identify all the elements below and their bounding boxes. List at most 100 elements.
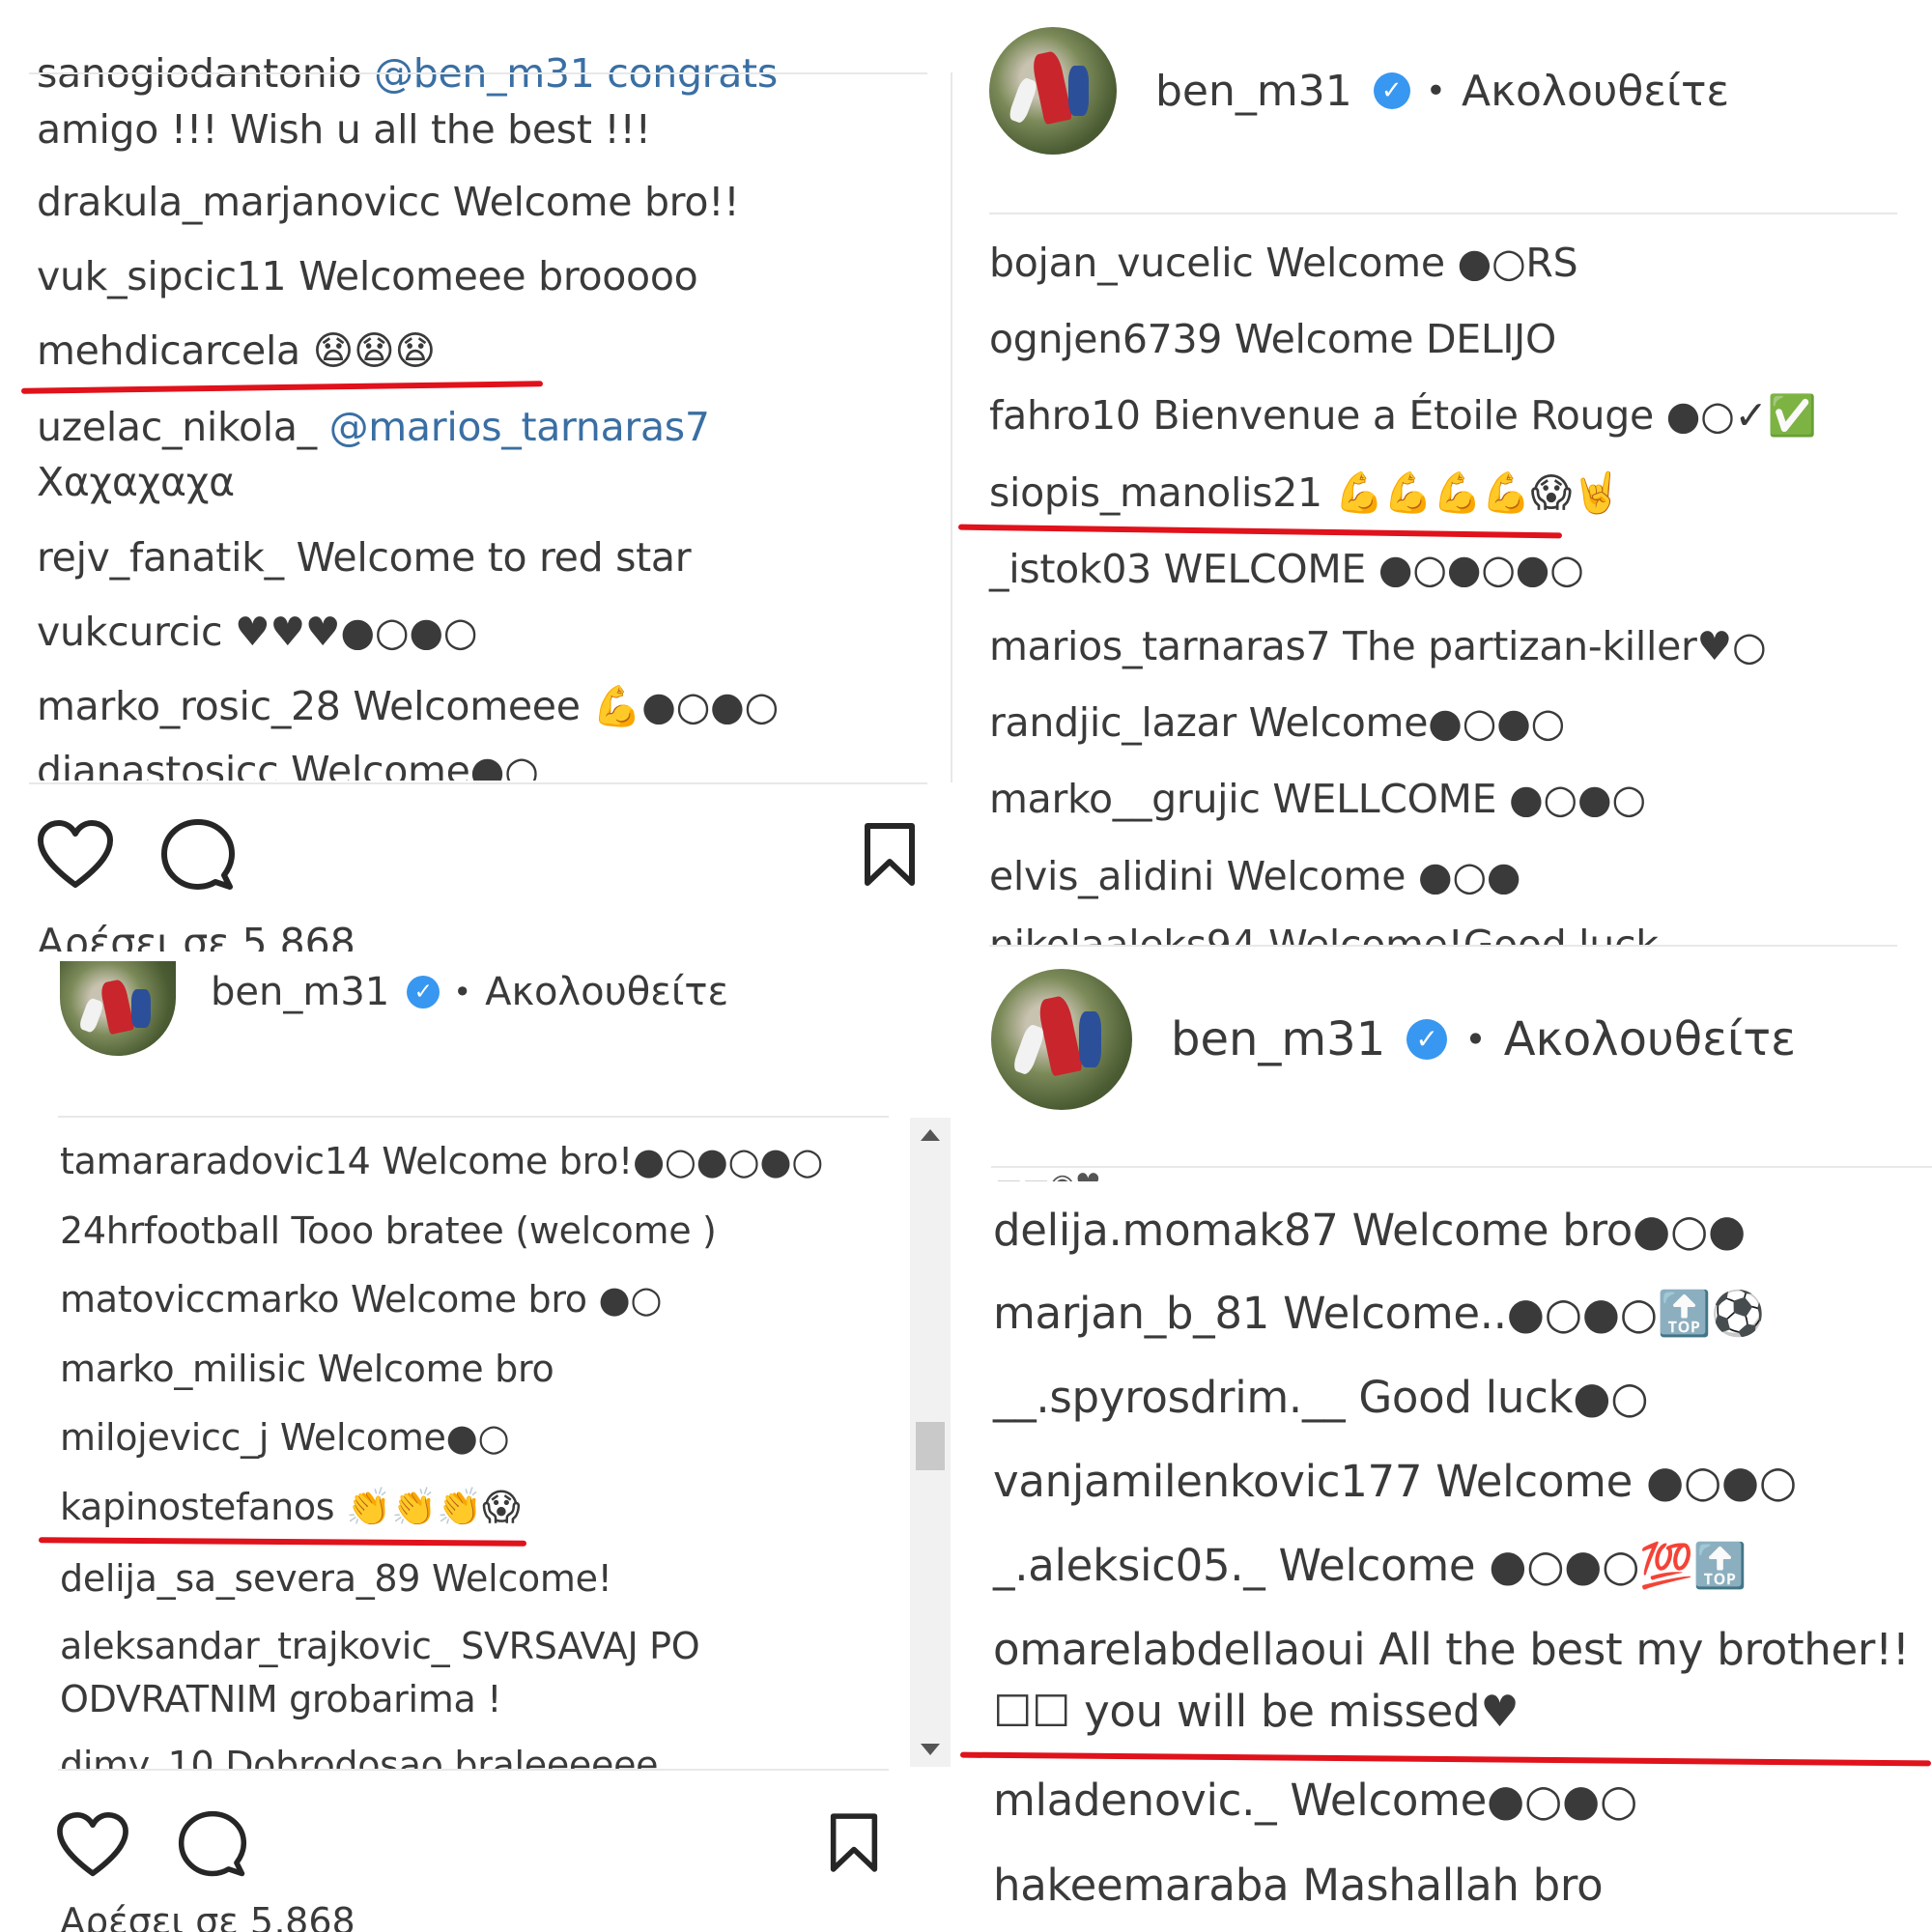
comment-text: Dobrodosao braleeeeee (225, 1746, 659, 1769)
comment-username[interactable]: delija.momak87 (993, 1205, 1339, 1256)
comment-text: Χαχαχαχα (37, 459, 235, 505)
clipped-comment: dianastosicc Welcome●○ (0, 753, 927, 781)
comment-username[interactable]: marjan_b_81 (993, 1288, 1269, 1339)
header-username[interactable]: ben_m31 (1171, 1012, 1385, 1066)
comment-text: amigo !!! Wish u all the best !!! (37, 106, 651, 153)
bookmark-icon[interactable] (863, 821, 917, 889)
divider (29, 782, 927, 784)
following-button[interactable]: Ακολουθείτε (1462, 67, 1729, 116)
comment: ognjen6739 Welcome DELIJO (989, 316, 1556, 362)
comment-username[interactable]: kapinostefanos (60, 1486, 335, 1528)
comment-username[interactable]: 24hrfootball (60, 1209, 280, 1252)
comment-text: Welcomeee brooooo (298, 253, 698, 299)
comment-username[interactable]: ognjen6739 (989, 316, 1222, 362)
comment-username[interactable]: uzelac_nikola_ (37, 404, 317, 450)
comment-text: Welcome!Good luck (1268, 925, 1659, 945)
comment-username[interactable]: dianastosicc (37, 753, 279, 781)
comment-text: 👏👏👏😱 (346, 1486, 521, 1528)
scroll-up-arrow-icon[interactable] (921, 1129, 940, 1141)
red-underline (38, 1537, 527, 1547)
comment-icon[interactable] (178, 1809, 247, 1879)
red-underline (20, 381, 544, 394)
scroll-thumb[interactable] (916, 1422, 945, 1470)
comment-username[interactable]: vuk_sipcic11 (37, 253, 287, 299)
following-button[interactable]: Ακολουθείτε (485, 970, 728, 1014)
avatar[interactable] (60, 961, 176, 1056)
bookmark-icon[interactable] (829, 1811, 879, 1875)
following-button[interactable]: Ακολουθείτε (1504, 1012, 1796, 1066)
post-header: ben_m31 ✓ • Ακολουθείτε (60, 961, 728, 1056)
comment-username[interactable]: matoviccmarko (60, 1278, 340, 1321)
comment: hakeemaraba Mashallah bro (993, 1860, 1604, 1911)
comment: uzelac_nikola_ @marios_tarnaras7 (37, 404, 710, 450)
comment-text: Welcome bro!! (452, 179, 740, 225)
comment-username[interactable]: delija_sa_severa_89 (60, 1557, 420, 1600)
comment-username[interactable]: drakula_marjanovicc (37, 179, 440, 225)
comment-text: Welcome ●○RS (1265, 240, 1578, 286)
comment: omarelabdellaoui All the best my brother… (993, 1624, 1910, 1675)
comment-mention[interactable]: @marios_tarnaras7 (329, 404, 710, 450)
comment-username[interactable]: aleksandar_trajkovic_ (60, 1625, 450, 1667)
comment-username[interactable]: vanjamilenkovic177 (993, 1456, 1423, 1507)
heart-icon[interactable] (37, 819, 114, 891)
likes-count[interactable]: Αρέσει σε 5,868 (37, 920, 355, 952)
comment-username[interactable]: hakeemaraba (993, 1860, 1290, 1911)
panel-bottom-right: ben_m31 ✓ • Ακολουθείτε ▭▭◉♥ delija.moma… (956, 952, 1932, 1932)
comment: _istok03 WELCOME ●○●○●○ (989, 546, 1584, 592)
comment-username[interactable]: bojan_vucelic (989, 240, 1254, 286)
divider (58, 1769, 889, 1771)
heart-icon[interactable] (56, 1811, 129, 1879)
verified-badge-icon: ✓ (1373, 72, 1410, 109)
comment-username[interactable]: tamararadovic14 (60, 1140, 371, 1182)
comment-text: All the best my brother!! (1378, 1624, 1910, 1675)
comment-username[interactable]: marko_rosic_28 (37, 683, 341, 729)
comment: randjic_lazar Welcome●○●○ (989, 699, 1565, 746)
comment-username[interactable]: __.spyrosdrim.__ (993, 1372, 1346, 1423)
comment: mladenovic._ Welcome●○●○ (993, 1775, 1637, 1826)
comment: aleksandar_trajkovic_ SVRSAVAJ PO (60, 1625, 700, 1667)
comment: marko_milisic Welcome bro (60, 1348, 554, 1390)
header-username[interactable]: ben_m31 (1155, 67, 1352, 116)
panel-bottom-left: ben_m31 ✓ • Ακολουθείτε tamararadovic14 … (0, 952, 952, 1932)
comment-text: 😧😧😧 (312, 327, 437, 374)
red-underline (957, 524, 1563, 539)
comment-text: Good luck●○ (1358, 1372, 1649, 1423)
comment-username[interactable]: marios_tarnaras7 (989, 623, 1331, 669)
comment-username[interactable]: marko__grujic (989, 776, 1261, 822)
comment-text: Welcome●○●○ (1290, 1775, 1637, 1826)
scroll-down-arrow-icon[interactable] (921, 1744, 940, 1755)
comment-text: Welcome DELIJO (1234, 316, 1556, 362)
comment-username[interactable]: randjic_lazar (989, 699, 1236, 746)
comment-username[interactable]: marko_milisic (60, 1348, 306, 1390)
header-username[interactable]: ben_m31 (211, 970, 389, 1014)
comment: delija_sa_severa_89 Welcome! (60, 1557, 612, 1600)
comment-username[interactable]: nikolaaleks94 (989, 925, 1257, 945)
comment-username[interactable]: vukcurcic (37, 609, 223, 655)
comment: rejv_fanatik_ Welcome to red star (37, 534, 692, 581)
comment-text: Welcome●○●○ (1248, 699, 1566, 746)
comment-text: Tooo bratee (welcome ) (291, 1209, 717, 1252)
comment-username[interactable]: fahro10 (989, 392, 1141, 439)
comment-username[interactable]: dimy_10 (60, 1746, 214, 1769)
comment-icon[interactable] (160, 817, 236, 893)
comment-text: SVRSAVAJ PO (461, 1625, 700, 1667)
likes-count[interactable]: Αρέσει σε 5,868 (60, 1903, 355, 1932)
comment-username[interactable]: milojevicc_j (60, 1416, 269, 1459)
comment-username[interactable]: rejv_fanatik_ (37, 534, 284, 581)
comment-text: Welcome●○ (279, 1416, 510, 1459)
comment-text: Welcome bro (317, 1348, 554, 1390)
divider (991, 1166, 1932, 1168)
avatar[interactable] (991, 969, 1132, 1110)
comment-username[interactable]: _istok03 (989, 546, 1151, 592)
comment-text: ODVRATNIM grobarima ! (60, 1678, 502, 1720)
comment-username[interactable]: mehdicarcela (37, 327, 300, 374)
scrollbar[interactable] (910, 1118, 951, 1767)
avatar[interactable] (989, 27, 1117, 155)
comment-username[interactable]: mladenovic._ (993, 1775, 1277, 1826)
comment-username[interactable]: siopis_manolis21 (989, 469, 1322, 516)
comment: vanjamilenkovic177 Welcome ●○●○ (993, 1456, 1797, 1507)
comment-username[interactable]: elvis_alidini (989, 853, 1214, 899)
comment-text: Welcome ●○●○💯🔝 (1278, 1540, 1747, 1591)
comment-username[interactable]: _.aleksic05._ (993, 1540, 1265, 1591)
comment-username[interactable]: omarelabdellaoui (993, 1624, 1366, 1675)
